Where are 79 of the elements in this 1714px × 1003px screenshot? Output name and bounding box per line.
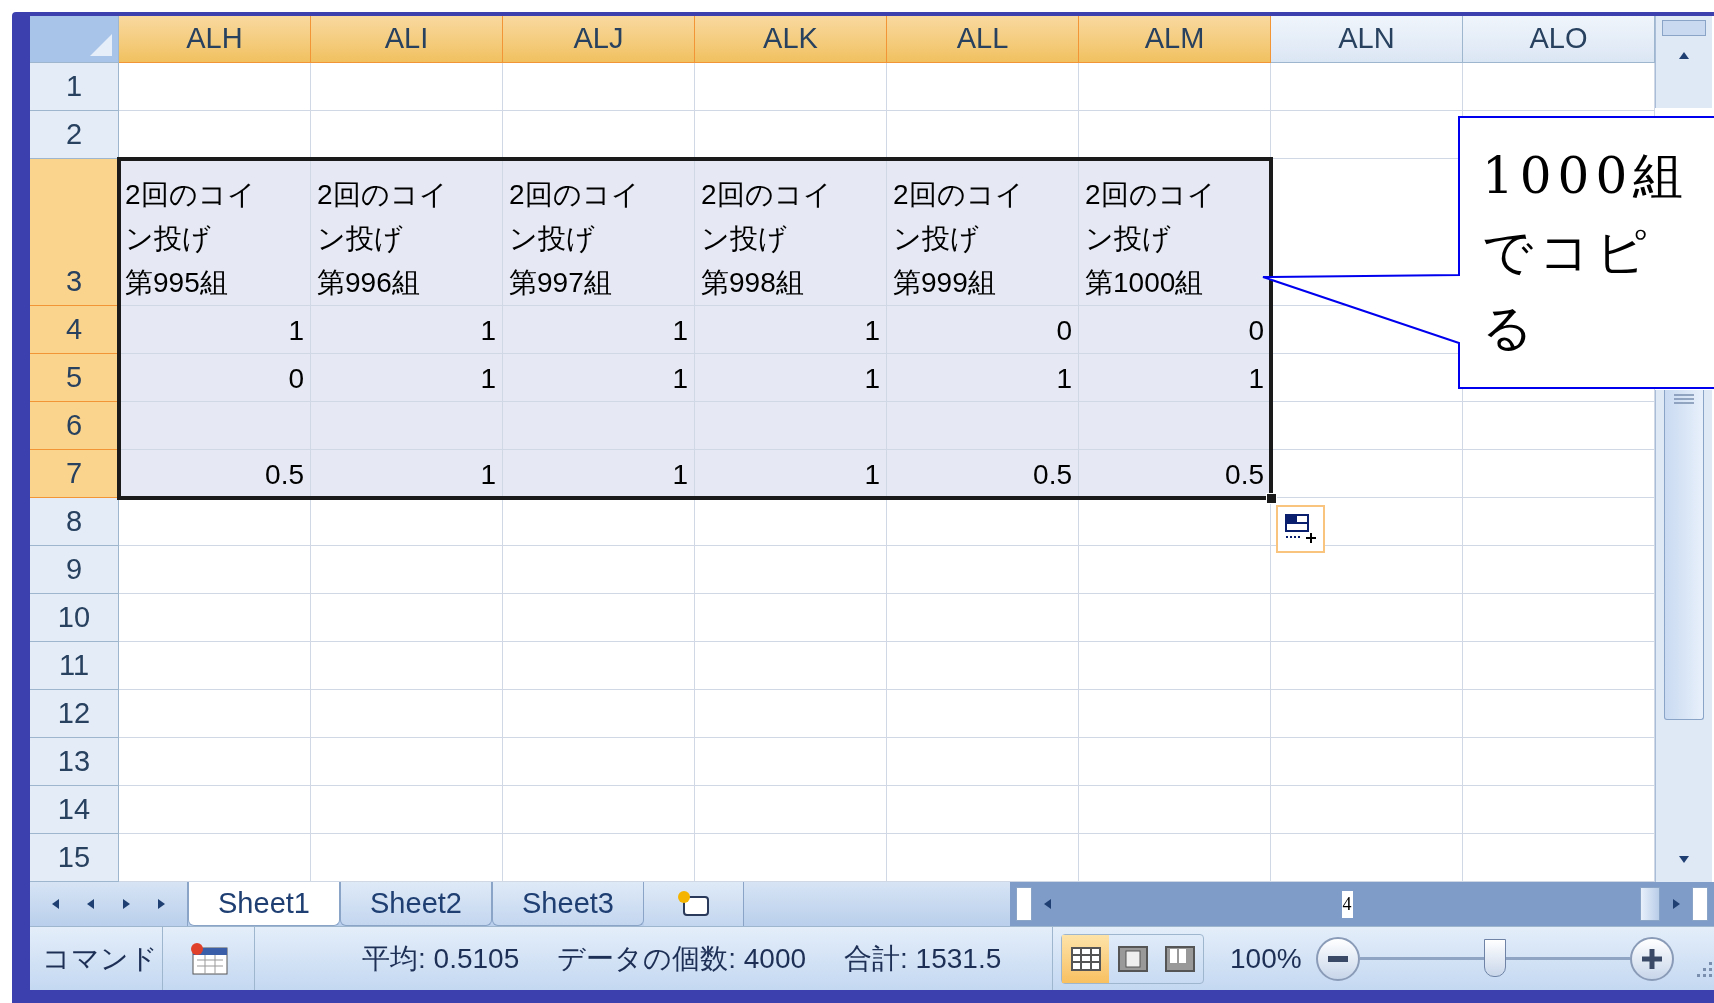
scroll-left-icon (1042, 898, 1054, 910)
zoom-slider-thumb[interactable] (1483, 939, 1506, 977)
column-header[interactable]: ALM (1079, 16, 1271, 63)
fill-handle[interactable] (1266, 493, 1277, 504)
mode-indicator: コマンド (30, 927, 163, 990)
sheet-tab[interactable]: Sheet2 (340, 882, 492, 926)
page-layout-icon (1117, 945, 1148, 972)
grip-icon (1674, 394, 1694, 406)
row-header[interactable]: 1 (30, 63, 119, 111)
row-header[interactable]: 13 (30, 738, 119, 786)
plus-icon (1641, 948, 1662, 969)
table-cell: 2回のコイ ン投げ 第998組 (695, 159, 887, 306)
column-header[interactable]: ALL (887, 16, 1079, 63)
table-cell: 0 (887, 306, 1079, 354)
sheet-tab[interactable]: Sheet3 (492, 882, 644, 926)
status-statistic: 合計: 1531.5 (844, 941, 1002, 976)
split-handle[interactable] (1016, 887, 1032, 921)
row-header[interactable]: 14 (30, 786, 119, 834)
table-cell: 1 (311, 354, 503, 402)
normal-view-icon (1070, 946, 1101, 971)
table-cell: 2回のコイ ン投げ 第1000組 (1079, 159, 1271, 306)
table-cell: 2回のコイ ン投げ 第995組 (119, 159, 311, 306)
table-cell: 1 (695, 306, 887, 354)
table-cell: 1 (503, 450, 695, 498)
insert-sheet-button[interactable] (644, 882, 744, 926)
sheet-tab[interactable]: Sheet1 (188, 882, 340, 926)
scrollbar-track[interactable] (1655, 390, 1712, 882)
status-statistic: データの個数: 4000 (557, 941, 807, 976)
status-statistic: 平均: 0.5105 (362, 941, 520, 976)
scroll-right-icon (1670, 898, 1682, 910)
row-header[interactable]: 9 (30, 546, 119, 594)
view-button[interactable] (1062, 934, 1109, 983)
column-header[interactable]: ALN (1271, 16, 1463, 63)
row-header[interactable]: 12 (30, 690, 119, 738)
table-cell: 1 (1079, 354, 1271, 402)
column-header[interactable]: ALJ (503, 16, 695, 63)
paste-options-button[interactable] (1276, 505, 1325, 553)
row-header[interactable]: 10 (30, 594, 119, 642)
row-header[interactable]: 3 (30, 159, 119, 306)
horizontal-scroll-thumb[interactable] (1640, 887, 1660, 921)
column-header[interactable]: ALK (695, 16, 887, 63)
column-header[interactable]: ALO (1463, 16, 1655, 63)
column-header[interactable]: ALI (311, 16, 503, 63)
up-arrow-icon (1678, 50, 1690, 62)
table-cell: 0.5 (887, 450, 1079, 498)
row-header[interactable]: 11 (30, 642, 119, 690)
scroll-thumb[interactable] (1664, 390, 1704, 720)
row-header[interactable]: 5 (30, 354, 119, 402)
row-header[interactable]: 8 (30, 498, 119, 546)
row-header[interactable]: 4 (30, 306, 119, 354)
table-cell: 2回のコイ ン投げ 第999組 (887, 159, 1079, 306)
table-cell: 1 (311, 306, 503, 354)
macro-record-icon (188, 941, 229, 976)
minus-icon (1327, 955, 1348, 962)
table-cell: 0.5 (119, 450, 311, 498)
scroll-page-number: 4 (1341, 890, 1353, 918)
zoom-level[interactable]: 100% (1230, 937, 1302, 980)
table-cell: 1 (887, 354, 1079, 402)
table-cell: 2回のコイ ン投げ 第996組 (311, 159, 503, 306)
table-cell: 0 (1079, 306, 1271, 354)
table-cell: 1 (695, 354, 887, 402)
row-header[interactable]: 2 (30, 111, 119, 159)
table-cell: 0 (119, 354, 311, 402)
corner-triangle-icon (90, 34, 112, 56)
column-header[interactable]: ALH (119, 16, 311, 63)
callout-text: 1000組 でコピ る (1482, 146, 1690, 359)
table-cell: 1 (695, 450, 887, 498)
paste-options-icon (1283, 513, 1318, 545)
page-break-icon (1164, 945, 1195, 972)
table-cell: 1 (119, 306, 311, 354)
table-cell: 1 (503, 306, 695, 354)
row-header[interactable]: 7 (30, 450, 119, 498)
table-cell: 1 (311, 450, 503, 498)
row-header[interactable]: 15 (30, 834, 119, 882)
table-cell: 1 (503, 354, 695, 402)
table-cell: 2回のコイ ン投げ 第997組 (503, 159, 695, 306)
split-handle[interactable] (1692, 887, 1708, 921)
table-cell: 0.5 (1079, 450, 1271, 498)
row-header[interactable]: 6 (30, 402, 119, 450)
